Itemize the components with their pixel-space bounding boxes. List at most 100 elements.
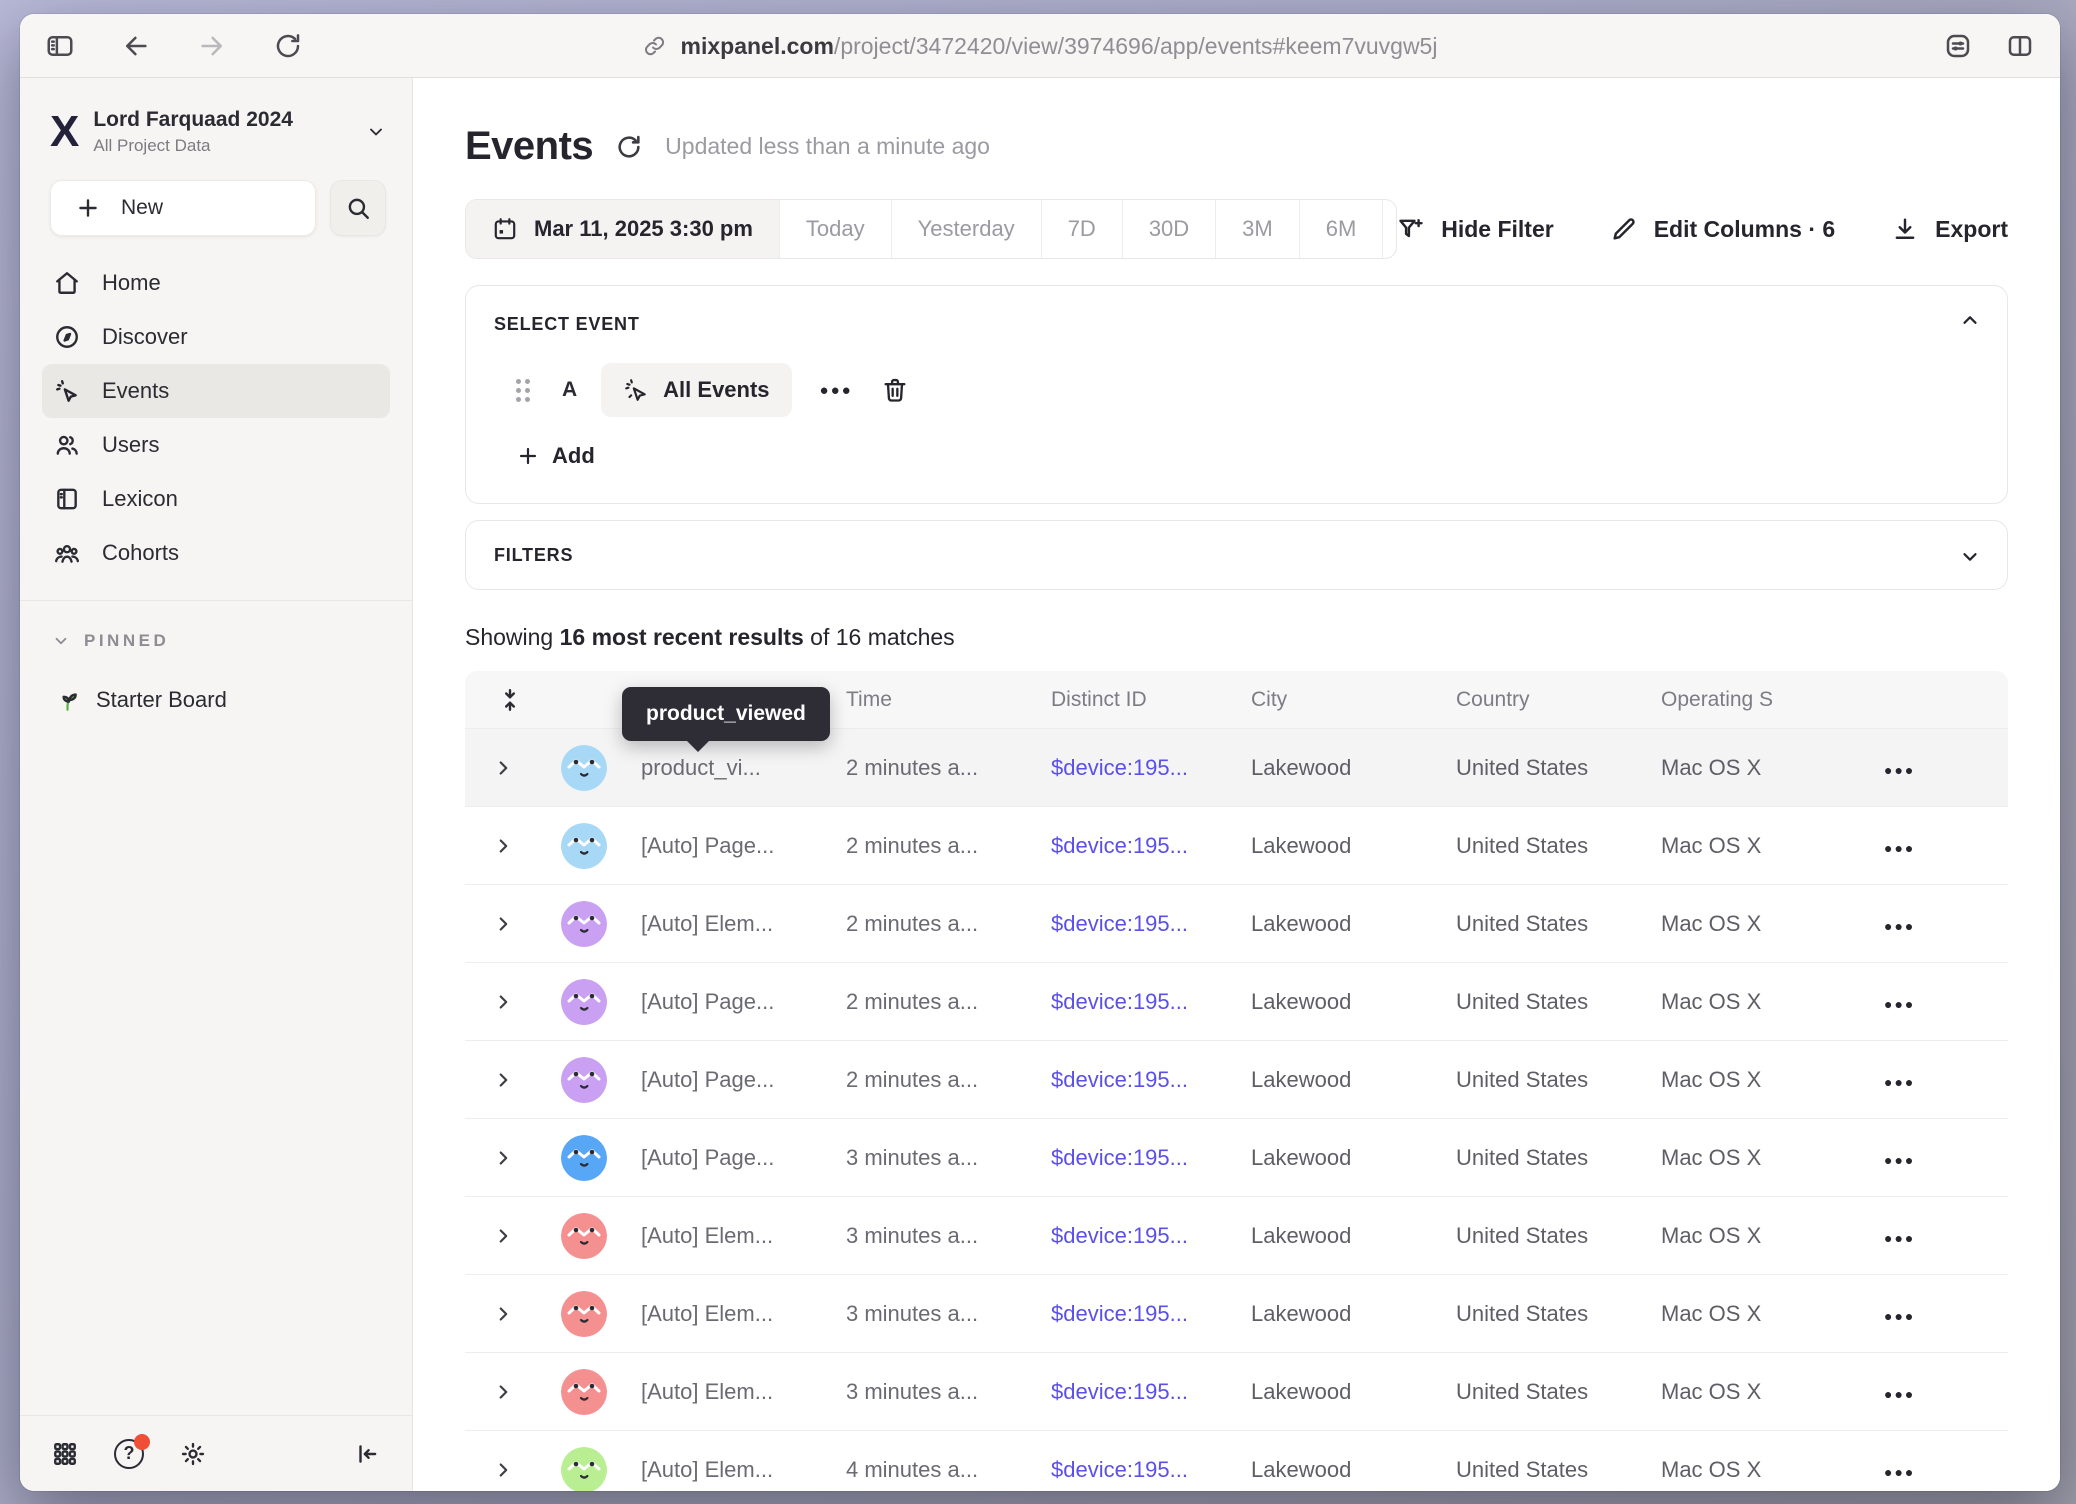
row-menu-button[interactable]: ●●●	[1880, 762, 1919, 778]
collapse-panel-icon[interactable]	[1959, 310, 1981, 332]
edit-columns-button[interactable]: Edit Columns · 6	[1610, 215, 1835, 243]
event-selector-chip[interactable]: All Events	[601, 363, 791, 417]
row-expand-icon[interactable]	[492, 1225, 514, 1247]
table-row[interactable]: [Auto] Page... 2 minutes a... $device:19…	[465, 1040, 2008, 1118]
row-menu-button[interactable]: ●●●	[1880, 1230, 1919, 1246]
row-menu-button[interactable]: ●●●	[1880, 1308, 1919, 1324]
browser-window: mixpanel.com/project/3472420/view/397469…	[20, 14, 2060, 1491]
row-expand-icon[interactable]	[492, 1381, 514, 1403]
table-row[interactable]: [Auto] Page... 2 minutes a... $device:19…	[465, 806, 2008, 884]
preset-6m[interactable]: 6M	[1299, 200, 1383, 258]
table-row[interactable]: [Auto] Elem... 3 minutes a... $device:19…	[465, 1196, 2008, 1274]
drag-handle[interactable]	[516, 379, 530, 402]
expand-panel-icon[interactable]	[1959, 545, 1981, 567]
distinct-id-link[interactable]: $device:195...	[1051, 1301, 1188, 1326]
reload-button[interactable]	[272, 30, 304, 62]
event-city: Lakewood	[1237, 1301, 1442, 1327]
distinct-id-link[interactable]: $device:195...	[1051, 833, 1188, 858]
browser-settings-icon[interactable]	[1942, 30, 1974, 62]
distinct-id-link[interactable]: $device:195...	[1051, 1223, 1188, 1248]
row-expand-icon[interactable]	[492, 913, 514, 935]
preset-12m[interactable]: 12M	[1382, 200, 1397, 258]
add-event-button[interactable]: Add	[516, 443, 595, 469]
row-menu-button[interactable]: ●●●	[1880, 1152, 1919, 1168]
sidebar-item-users[interactable]: Users	[42, 418, 390, 472]
refresh-icon[interactable]	[615, 133, 643, 161]
new-button[interactable]: New	[50, 180, 316, 236]
settings-gear-icon[interactable]	[180, 1441, 206, 1467]
col-distinct-id[interactable]: Distinct ID	[1037, 688, 1237, 712]
sidebar-item-cohorts[interactable]: Cohorts	[42, 526, 390, 580]
event-city: Lakewood	[1237, 1067, 1442, 1093]
series-letter: A	[562, 378, 577, 402]
search-button[interactable]	[330, 180, 386, 236]
link-icon	[643, 34, 667, 58]
row-expand-icon[interactable]	[492, 835, 514, 857]
event-time: 3 minutes a...	[832, 1379, 1037, 1405]
row-expand-icon[interactable]	[492, 1147, 514, 1169]
preset-7d[interactable]: 7D	[1041, 200, 1122, 258]
event-os: Mac OS X	[1647, 1223, 1852, 1249]
collapse-all-rows-icon[interactable]	[465, 687, 541, 713]
trash-icon[interactable]	[881, 376, 909, 404]
sidebar-item-events[interactable]: Events	[42, 364, 390, 418]
preset-today[interactable]: Today	[779, 200, 891, 258]
event-avatar	[561, 1291, 607, 1337]
pinned-item-starter-board[interactable]: Starter Board	[20, 651, 412, 713]
sidebar-item-label: Lexicon	[102, 486, 178, 512]
row-expand-icon[interactable]	[492, 1069, 514, 1091]
table-row[interactable]: [Auto] Elem... 3 minutes a... $device:19…	[465, 1274, 2008, 1352]
row-menu-button[interactable]: ●●●	[1880, 1386, 1919, 1402]
date-picker-segment[interactable]: Mar 11, 2025 3:30 pm	[466, 200, 779, 258]
event-name: [Auto] Page...	[627, 989, 832, 1015]
sidebar-item-lexicon[interactable]: Lexicon	[42, 472, 390, 526]
browser-sidebar-toggle-icon[interactable]	[44, 30, 76, 62]
row-menu-button[interactable]: ●●●	[1880, 996, 1919, 1012]
distinct-id-link[interactable]: $device:195...	[1051, 989, 1188, 1014]
table-row[interactable]: [Auto] Page... 3 minutes a... $device:19…	[465, 1118, 2008, 1196]
apps-grid-icon[interactable]	[52, 1441, 78, 1467]
row-menu-button[interactable]: ●●●	[1880, 1464, 1919, 1480]
row-expand-icon[interactable]	[492, 757, 514, 779]
col-country[interactable]: Country	[1442, 688, 1647, 712]
back-button[interactable]	[120, 30, 152, 62]
row-expand-icon[interactable]	[492, 1459, 514, 1481]
row-expand-icon[interactable]	[492, 991, 514, 1013]
table-row[interactable]: [Auto] Page... 2 minutes a... $device:19…	[465, 962, 2008, 1040]
address-bar[interactable]: mixpanel.com/project/3472420/view/397469…	[643, 14, 1438, 78]
forward-button[interactable]	[196, 30, 228, 62]
row-menu-button[interactable]: ●●●	[1880, 840, 1919, 856]
distinct-id-link[interactable]: $device:195...	[1051, 1067, 1188, 1092]
preset-3m[interactable]: 3M	[1215, 200, 1299, 258]
split-view-icon[interactable]	[2004, 30, 2036, 62]
plus-icon	[75, 195, 101, 221]
export-button[interactable]: Export	[1891, 215, 2008, 243]
preset-30d[interactable]: 30D	[1122, 200, 1215, 258]
project-subtitle: All Project Data	[93, 136, 350, 156]
collapse-sidebar-icon[interactable]	[354, 1441, 380, 1467]
col-city[interactable]: City	[1237, 688, 1442, 712]
distinct-id-link[interactable]: $device:195...	[1051, 911, 1188, 936]
table-row[interactable]: [Auto] Elem... 4 minutes a... $device:19…	[465, 1430, 2008, 1491]
preset-yesterday[interactable]: Yesterday	[891, 200, 1041, 258]
distinct-id-link[interactable]: $device:195...	[1051, 1145, 1188, 1170]
col-operating-system[interactable]: Operating S	[1647, 688, 1852, 712]
event-more-button[interactable]: ●●●	[816, 382, 857, 399]
table-row[interactable]: [Auto] Elem... 2 minutes a... $device:19…	[465, 884, 2008, 962]
table-row[interactable]: [Auto] Elem... 3 minutes a... $device:19…	[465, 1352, 2008, 1430]
pinned-section-header[interactable]: PINNED	[20, 601, 412, 651]
sidebar-item-discover[interactable]: Discover	[42, 310, 390, 364]
col-time[interactable]: Time	[832, 688, 1037, 712]
hide-filter-button[interactable]: Hide Filter	[1397, 215, 1553, 243]
distinct-id-link[interactable]: $device:195...	[1051, 1457, 1188, 1482]
distinct-id-link[interactable]: $device:195...	[1051, 755, 1188, 780]
sidebar-item-home[interactable]: Home	[42, 256, 390, 310]
project-switcher[interactable]: X Lord Farquaad 2024 All Project Data	[20, 78, 412, 156]
event-city: Lakewood	[1237, 1457, 1442, 1483]
row-expand-icon[interactable]	[492, 1303, 514, 1325]
row-menu-button[interactable]: ●●●	[1880, 918, 1919, 934]
distinct-id-link[interactable]: $device:195...	[1051, 1379, 1188, 1404]
event-name: [Auto] Elem...	[627, 1379, 832, 1405]
help-button[interactable]: ?	[114, 1439, 144, 1469]
row-menu-button[interactable]: ●●●	[1880, 1074, 1919, 1090]
